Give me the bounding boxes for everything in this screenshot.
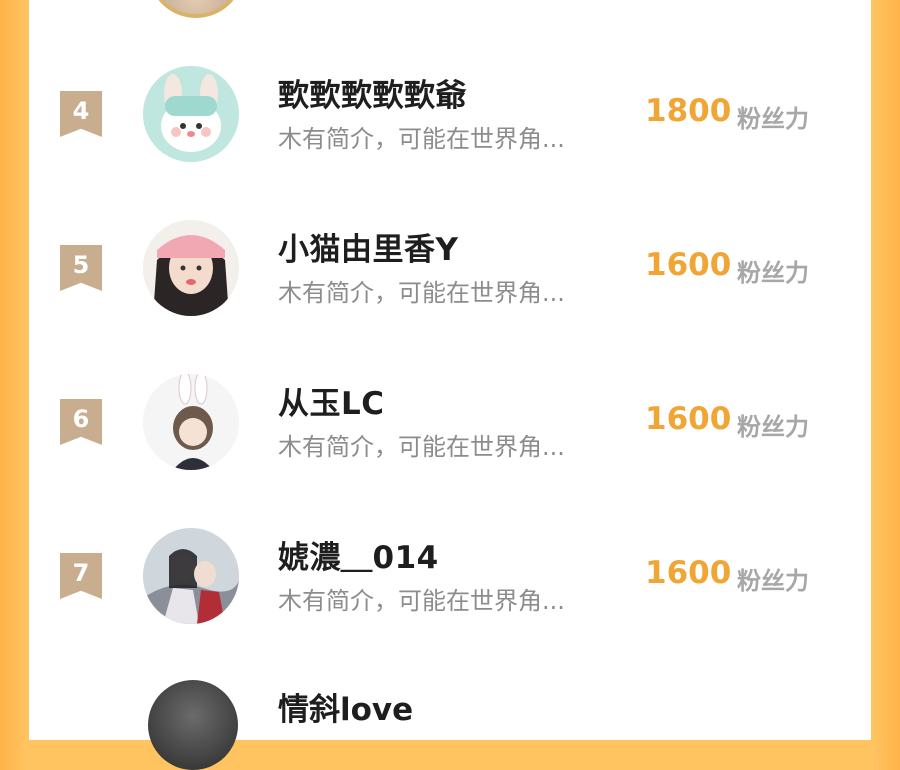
avatar[interactable] bbox=[143, 374, 239, 470]
score-unit: 粉丝力 bbox=[737, 259, 809, 287]
list-item[interactable]: 7 婋濃＿014 木有简介，可能在世界角... 1600 粉丝力 bbox=[0, 528, 900, 658]
rank-badge: 4 bbox=[60, 91, 102, 137]
rank-badge: 5 bbox=[60, 245, 102, 291]
user-bio: 木有简介，可能在世界角... bbox=[278, 587, 565, 615]
list-item[interactable]: 4 歅歅歅歅歅爺 木有简介，可能在世界角... 1800 粉丝力 bbox=[0, 66, 900, 196]
score-unit: 粉丝力 bbox=[737, 105, 809, 133]
list-item[interactable]: 5 小猫由里香Y 木有简介，可能在世界角... 1600 粉丝力 bbox=[0, 220, 900, 350]
list-item[interactable]: 情斜love bbox=[0, 680, 900, 770]
user-name[interactable]: 歅歅歅歅歅爺 bbox=[278, 70, 467, 115]
score-value: 1600 bbox=[645, 247, 732, 283]
rank-badge: 7 bbox=[60, 553, 102, 599]
score-unit: 粉丝力 bbox=[737, 567, 809, 595]
score-unit: 粉丝力 bbox=[737, 413, 809, 441]
user-name[interactable]: 情斜love bbox=[278, 684, 413, 729]
avatar[interactable] bbox=[143, 66, 239, 162]
avatar[interactable] bbox=[143, 528, 239, 624]
user-bio: 木有简介，可能在世界角... bbox=[278, 279, 565, 307]
score-value: 1800 bbox=[645, 93, 732, 129]
user-name[interactable]: 小猫由里香Y bbox=[278, 224, 458, 269]
list-item[interactable]: 6 从玉LC 木有简介，可能在世界角... 1600 粉丝力 bbox=[0, 374, 900, 504]
score-value: 1600 bbox=[645, 555, 732, 591]
score-value: 1600 bbox=[645, 401, 732, 437]
user-bio: 木有简介，可能在世界角... bbox=[278, 125, 565, 153]
user-name[interactable]: 从玉LC bbox=[278, 378, 385, 423]
avatar[interactable] bbox=[143, 220, 239, 316]
avatar[interactable] bbox=[148, 680, 238, 770]
user-bio: 木有简介，可能在世界角... bbox=[278, 433, 565, 461]
user-name[interactable]: 婋濃＿014 bbox=[278, 532, 439, 577]
rank-badge: 6 bbox=[60, 399, 102, 445]
